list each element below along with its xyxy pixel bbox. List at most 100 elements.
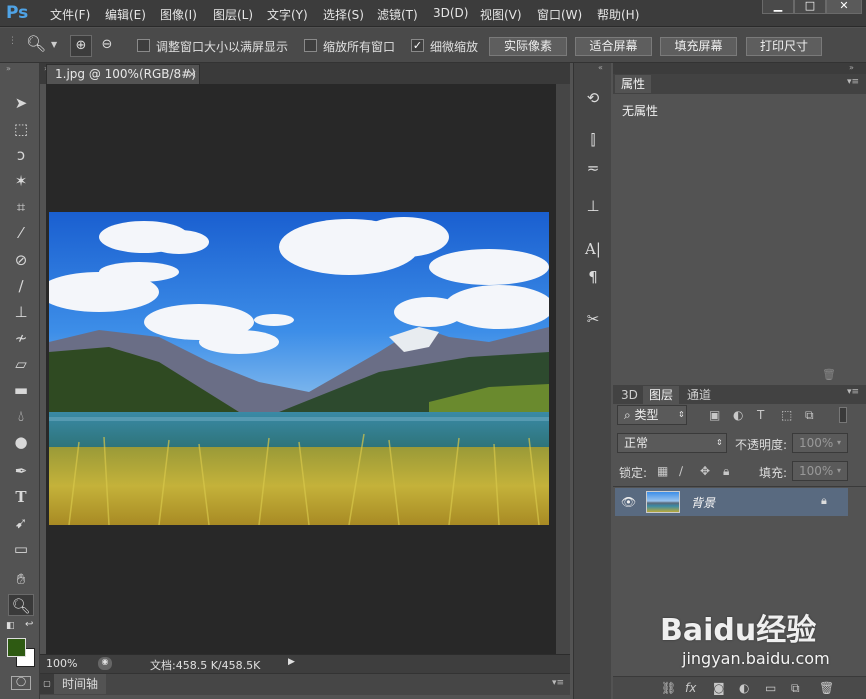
- panel-menu-icon[interactable]: ▾≡: [552, 678, 564, 688]
- blend-mode-dropdown[interactable]: 正常 ⇕: [617, 433, 727, 453]
- hand-tool-icon[interactable]: ✋︎: [8, 568, 34, 590]
- magic-wand-tool-icon[interactable]: ✶: [8, 170, 34, 192]
- path-selection-tool-icon[interactable]: ➹: [8, 512, 34, 534]
- menu-filter[interactable]: 滤镜(T): [377, 6, 418, 23]
- history-brush-tool-icon[interactable]: ≁: [8, 327, 34, 349]
- zoom-all-checkbox[interactable]: [304, 39, 317, 52]
- zoom-in-icon[interactable]: ⊕: [70, 35, 92, 57]
- type-filter-icon[interactable]: T: [757, 408, 764, 422]
- vertical-scrollbar[interactable]: [556, 84, 570, 654]
- shape-filter-icon[interactable]: ⬚: [781, 408, 792, 422]
- tab-channels[interactable]: 通道: [681, 386, 717, 404]
- collapse-icon[interactable]: «: [598, 63, 603, 72]
- layer-filter-value: 类型: [634, 408, 659, 422]
- default-colors-icon[interactable]: ◧: [6, 621, 15, 631]
- brush-tool-icon[interactable]: ∕: [8, 275, 34, 297]
- layer-name[interactable]: 背景: [691, 494, 715, 511]
- filter-toggle-switch[interactable]: [839, 407, 847, 423]
- tab-properties[interactable]: 属性: [615, 75, 652, 93]
- layer-row[interactable]: 👁︎ 背景 🔒︎: [615, 488, 848, 516]
- minimize-button[interactable]: ▁: [762, 0, 794, 14]
- lock-transparent-icon[interactable]: ▦: [657, 464, 668, 478]
- tab-3d[interactable]: 3D: [615, 386, 644, 404]
- lock-label: 锁定:: [619, 466, 648, 480]
- gradient-tool-icon[interactable]: ▬: [8, 379, 34, 401]
- scrubby-zoom-checkbox[interactable]: ✓: [411, 39, 424, 52]
- lasso-tool-icon[interactable]: ↄ: [8, 144, 34, 166]
- watermark-logo: Baidu经验: [660, 613, 817, 648]
- quick-mask-icon[interactable]: ◯: [11, 676, 31, 690]
- character-icon[interactable]: A|: [582, 238, 604, 260]
- lock-position-icon[interactable]: ✥: [700, 464, 710, 478]
- menu-edit[interactable]: 编辑(E): [105, 6, 146, 23]
- trash-icon[interactable]: 🗑︎: [822, 368, 836, 381]
- healing-brush-tool-icon[interactable]: ⊘: [8, 249, 34, 271]
- close-button[interactable]: ✕: [826, 0, 862, 14]
- status-options-icon[interactable]: ◉: [98, 657, 112, 670]
- menu-select[interactable]: 选择(S): [323, 6, 364, 23]
- menu-help[interactable]: 帮助(H): [597, 6, 639, 23]
- actual-pixels-button[interactable]: 实际像素: [489, 37, 567, 56]
- chevron-down-icon[interactable]: ▼: [51, 40, 57, 49]
- collapse-icon[interactable]: »: [849, 63, 854, 72]
- timeline-grip-icon[interactable]: ▢: [40, 674, 54, 694]
- eyedropper-tool-icon[interactable]: ⁄: [8, 222, 34, 244]
- dodge-tool-icon[interactable]: ●: [8, 431, 34, 453]
- timeline-tab[interactable]: 时间轴: [54, 674, 107, 694]
- print-size-button[interactable]: 打印尺寸: [746, 37, 822, 56]
- menu-layer[interactable]: 图层(L): [213, 6, 253, 23]
- eraser-tool-icon[interactable]: ▱: [8, 353, 34, 375]
- layer-filter-dropdown[interactable]: ⌕ 类型 ⇕: [617, 405, 687, 425]
- document-info: 文档:458.5 K/458.5K: [150, 659, 261, 672]
- brush-presets-icon[interactable]: ⫿: [582, 129, 604, 151]
- paragraph-icon[interactable]: ¶: [582, 266, 604, 288]
- tool-presets-icon[interactable]: ✂: [582, 308, 604, 330]
- document-tab[interactable]: 1.jpg @ 100%(RGB/8#) ×: [46, 64, 200, 84]
- status-menu-arrow-icon[interactable]: ▶: [288, 657, 295, 667]
- menu-view[interactable]: 视图(V): [480, 6, 522, 23]
- menu-image[interactable]: 图像(I): [160, 6, 197, 23]
- zoom-tool-preset-icon[interactable]: 🔍︎: [26, 34, 46, 53]
- history-icon[interactable]: ⟲: [582, 87, 604, 109]
- status-bar: 100% ◉ 文档:458.5 K/458.5K ▶: [40, 654, 570, 673]
- lock-pixels-icon[interactable]: ∕: [679, 464, 683, 478]
- chevron-down-icon: ▾: [837, 466, 842, 475]
- tab-close-icon[interactable]: ×: [187, 65, 197, 83]
- chevron-down-icon: ⇕: [716, 438, 723, 447]
- rectangle-tool-icon[interactable]: ▭: [8, 538, 34, 560]
- clone-stamp-tool-icon[interactable]: ⊥: [8, 301, 34, 323]
- move-tool-icon[interactable]: ➤: [8, 92, 34, 114]
- menu-type[interactable]: 文字(Y): [267, 6, 308, 23]
- zoom-tool-icon[interactable]: 🔍︎: [8, 594, 34, 616]
- adjustment-filter-icon[interactable]: ◐: [733, 408, 743, 422]
- pixel-filter-icon[interactable]: ▣: [709, 408, 720, 422]
- fit-screen-button[interactable]: 适合屏幕: [575, 37, 652, 56]
- swap-colors-icon[interactable]: ↩: [25, 619, 33, 630]
- crop-tool-icon[interactable]: ⌗: [8, 196, 34, 218]
- menu-3d[interactable]: 3D(D): [433, 6, 468, 20]
- opacity-input[interactable]: 100% ▾: [792, 433, 848, 453]
- panel-menu-icon[interactable]: ▾≡: [847, 387, 859, 397]
- zoom-level[interactable]: 100%: [46, 657, 77, 670]
- marquee-tool-icon[interactable]: ⬚: [8, 118, 34, 140]
- clone-source-icon[interactable]: ⊥: [582, 195, 604, 217]
- smart-object-filter-icon[interactable]: ⧉: [805, 408, 814, 423]
- menu-file[interactable]: 文件(F): [50, 6, 90, 23]
- maximize-button[interactable]: □: [794, 0, 826, 14]
- panel-header: »: [613, 63, 866, 74]
- blur-tool-icon[interactable]: 💧︎: [8, 405, 34, 427]
- collapse-icon[interactable]: »: [6, 64, 11, 73]
- eye-icon[interactable]: 👁︎: [621, 495, 636, 509]
- lock-all-icon[interactable]: 🔒︎: [723, 464, 729, 479]
- tab-layers[interactable]: 图层: [643, 386, 680, 404]
- pen-tool-icon[interactable]: ✒︎: [8, 460, 34, 482]
- type-tool-icon[interactable]: T: [8, 486, 34, 508]
- zoom-out-icon[interactable]: ⊖: [96, 35, 118, 57]
- fill-screen-button[interactable]: 填充屏幕: [660, 37, 737, 56]
- menu-window[interactable]: 窗口(W): [537, 6, 582, 23]
- resize-windows-checkbox[interactable]: [137, 39, 150, 52]
- brush-settings-icon[interactable]: ≂: [582, 157, 604, 179]
- fill-input[interactable]: 100% ▾: [792, 461, 848, 481]
- foreground-color-swatch[interactable]: [7, 638, 26, 657]
- panel-menu-icon[interactable]: ▾≡: [847, 77, 859, 87]
